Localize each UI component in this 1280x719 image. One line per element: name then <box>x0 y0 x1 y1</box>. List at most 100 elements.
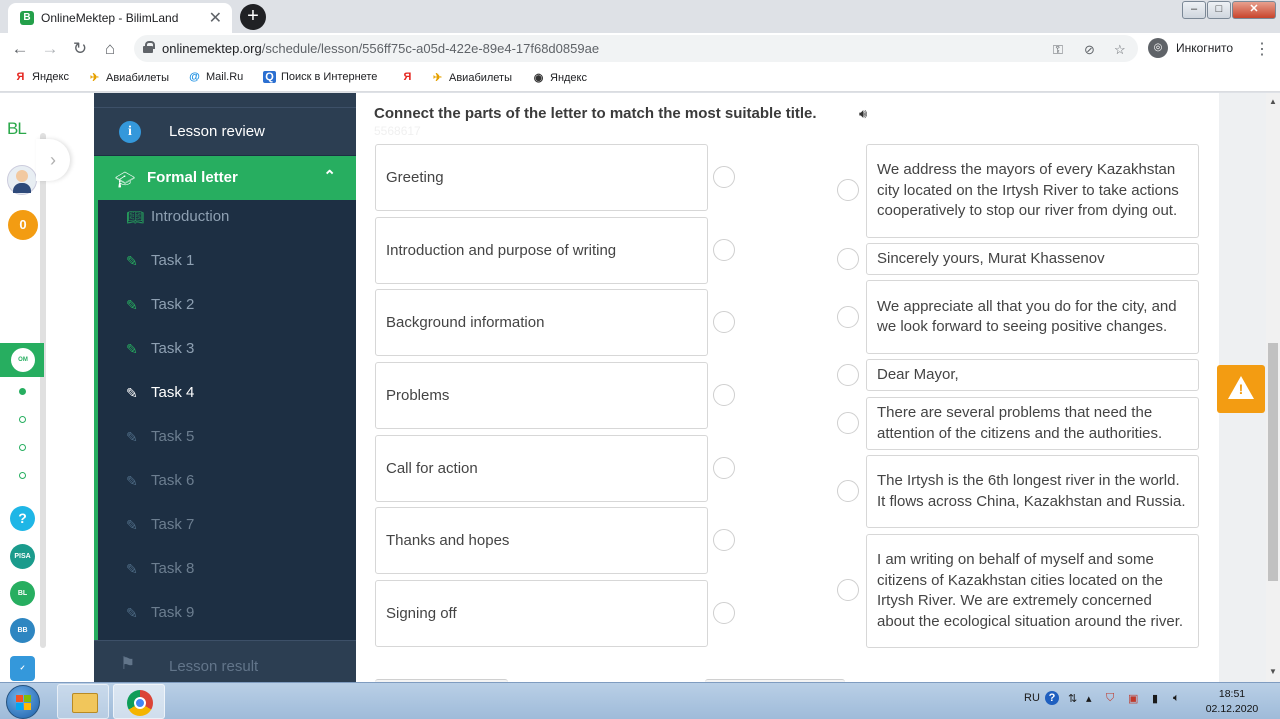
letter-part-card[interactable]: Sincerely yours, Murat Khassenov <box>866 243 1199 275</box>
left-rail: BL 0 OM ? PISA BL BB ✓ <box>0 93 46 682</box>
part-connector-radio[interactable] <box>837 179 859 201</box>
forward-icon[interactable]: → <box>40 39 60 59</box>
sidebar-item-task-4[interactable]: ✎ Task 4 <box>126 384 346 408</box>
expand-rail-button[interactable]: › <box>36 139 70 181</box>
bookmark-item[interactable]: Q Поиск в Интернете <box>263 71 377 83</box>
title-card[interactable]: Background information <box>375 289 708 356</box>
part-connector-radio[interactable] <box>837 412 859 434</box>
title-connector-radio[interactable] <box>713 239 735 261</box>
part-connector-radio[interactable] <box>837 248 859 270</box>
plane-icon: ✈ <box>89 72 100 84</box>
bookmark-item[interactable]: ✈ Авиабилеты <box>88 71 169 84</box>
back-icon[interactable]: ← <box>10 39 30 59</box>
close-tab-icon[interactable]: ✕ <box>209 8 222 28</box>
maximize-button[interactable]: □ <box>1207 1 1231 19</box>
user-avatar[interactable] <box>7 165 37 195</box>
sidebar-item-lesson-review[interactable]: i Lesson review <box>94 107 356 155</box>
title-connector-radio[interactable] <box>713 529 735 551</box>
close-window-button[interactable]: ✕ <box>1232 1 1276 19</box>
security-tray-icon[interactable]: ⛉ <box>1106 692 1114 705</box>
home-icon[interactable]: ⌂ <box>100 39 120 59</box>
help-tray-icon[interactable]: ? <box>1045 691 1059 705</box>
show-hidden-icons[interactable]: ▴ <box>1086 692 1092 705</box>
menu-dots-icon[interactable]: ⋮ <box>1254 39 1270 59</box>
scroll-up-icon[interactable]: ▲ <box>1269 97 1277 106</box>
part-connector-radio[interactable] <box>837 579 859 601</box>
bookmark-item[interactable]: Я Яндекс <box>14 71 69 83</box>
scroll-down-icon[interactable]: ▼ <box>1269 667 1277 676</box>
sidebar-item-task-1[interactable]: ✎ Task 1 <box>126 252 346 276</box>
title-card[interactable]: Problems <box>375 362 708 429</box>
volume-icon[interactable]: 🔈︎ <box>1173 692 1180 705</box>
sidebar-section-formal-letter[interactable]: 🎓︎ Formal letter ⌃ <box>94 156 356 200</box>
title-card[interactable]: Signing off <box>375 580 708 647</box>
star-icon[interactable]: ☆ <box>1114 42 1126 58</box>
letter-part-card[interactable]: There are several problems that need the… <box>866 397 1199 450</box>
title-connector-radio[interactable] <box>713 457 735 479</box>
reload-icon[interactable]: ↻ <box>70 39 90 59</box>
nav-dot[interactable] <box>19 388 26 395</box>
title-card[interactable]: Call for action <box>375 435 708 502</box>
sidebar-item-introduction[interactable]: 📖︎ Introduction <box>126 208 346 232</box>
sidebar-item-task-7[interactable]: ✎ Task 7 <box>126 516 346 540</box>
antivirus-tray-icon[interactable]: ▣ <box>1128 692 1138 705</box>
help-icon[interactable]: ? <box>10 506 35 531</box>
nav-dot[interactable] <box>19 416 26 423</box>
pisa-icon[interactable]: PISA <box>10 544 35 569</box>
address-bar[interactable]: onlinemektep.org/schedule/lesson/556ff75… <box>134 35 1138 62</box>
input-tray-icon[interactable]: ⇅ <box>1068 692 1077 705</box>
bilimland-icon[interactable]: BL <box>10 581 35 606</box>
scrollbar-thumb[interactable] <box>1268 343 1278 581</box>
nav-dot[interactable] <box>19 444 26 451</box>
browser-tab[interactable]: B OnlineMektep - BilimLand ✕ <box>8 3 232 33</box>
letter-part-card[interactable]: We address the mayors of every Kazakhsta… <box>866 144 1199 238</box>
title-connector-radio[interactable] <box>713 166 735 188</box>
system-clock[interactable]: 18:51 02.12.2020 <box>1200 687 1264 717</box>
letter-part-card[interactable]: I am writing on behalf of myself and som… <box>866 534 1199 648</box>
letter-part-card[interactable]: Dear Mayor, <box>866 359 1199 391</box>
edit-icon: ✎ <box>126 385 138 401</box>
title-card[interactable]: Introduction and purpose of writing <box>375 217 708 284</box>
part-connector-radio[interactable] <box>837 480 859 502</box>
start-button[interactable] <box>6 685 40 719</box>
eye-off-icon[interactable]: ⊘ <box>1084 42 1095 58</box>
key-icon[interactable]: ⚿ <box>1053 42 1063 58</box>
profile-button[interactable]: ◎ Инкогнито <box>1148 37 1242 60</box>
sidebar-item-task-2[interactable]: ✎ Task 2 <box>126 296 346 320</box>
new-tab-button[interactable]: + <box>240 4 266 30</box>
bookmark-item[interactable]: ◉ Яндекс <box>532 71 587 84</box>
title-connector-radio[interactable] <box>713 311 735 333</box>
quiz-icon[interactable]: ✓ <box>10 656 35 681</box>
language-indicator[interactable]: RU <box>1024 692 1040 704</box>
minimize-button[interactable]: – <box>1182 1 1206 19</box>
part-connector-radio[interactable] <box>837 364 859 386</box>
title-connector-radio[interactable] <box>713 384 735 406</box>
bl-logo[interactable]: BL <box>7 119 27 139</box>
nav-dot[interactable] <box>19 472 26 479</box>
title-card[interactable]: Thanks and hopes <box>375 507 708 574</box>
network-tray-icon[interactable]: ▮ <box>1152 692 1158 705</box>
report-problem-button[interactable]: ! <box>1217 365 1265 413</box>
explorer-taskbar-button[interactable] <box>57 684 109 719</box>
sidebar-item-task-9[interactable]: ✎ Task 9 <box>126 604 346 628</box>
page-scrollbar[interactable]: ▲ ▼ <box>1266 93 1280 682</box>
bilimbook-icon[interactable]: BB <box>10 618 35 643</box>
chrome-taskbar-button[interactable] <box>113 684 165 719</box>
title-card[interactable]: Greeting <box>375 144 708 211</box>
speaker-icon[interactable]: 🔊︎ <box>859 106 867 122</box>
letter-part-card[interactable]: We appreciate all that you do for the ci… <box>866 280 1199 354</box>
sidebar-item-task-8[interactable]: ✎ Task 8 <box>126 560 346 584</box>
letter-part-card[interactable]: The Irtysh is the 6th longest river in t… <box>866 455 1199 528</box>
onlinemektep-app-button[interactable]: OM <box>0 343 44 377</box>
title-connector-radio[interactable] <box>713 602 735 624</box>
bookmark-item[interactable]: ✈ Авиабилеты <box>431 71 512 84</box>
sidebar-item-task-5[interactable]: ✎ Task 5 <box>126 428 346 452</box>
rail-scrollbar[interactable] <box>40 133 46 648</box>
sidebar-item-task-6[interactable]: ✎ Task 6 <box>126 472 346 496</box>
search-icon: Q <box>263 71 276 83</box>
bookmark-item[interactable]: @ Mail.Ru <box>188 71 243 83</box>
sidebar-item-lesson-result[interactable]: ⚑ Lesson result <box>94 640 356 682</box>
part-connector-radio[interactable] <box>837 306 859 328</box>
bookmark-item[interactable]: Я <box>401 71 419 83</box>
sidebar-item-task-3[interactable]: ✎ Task 3 <box>126 340 346 364</box>
